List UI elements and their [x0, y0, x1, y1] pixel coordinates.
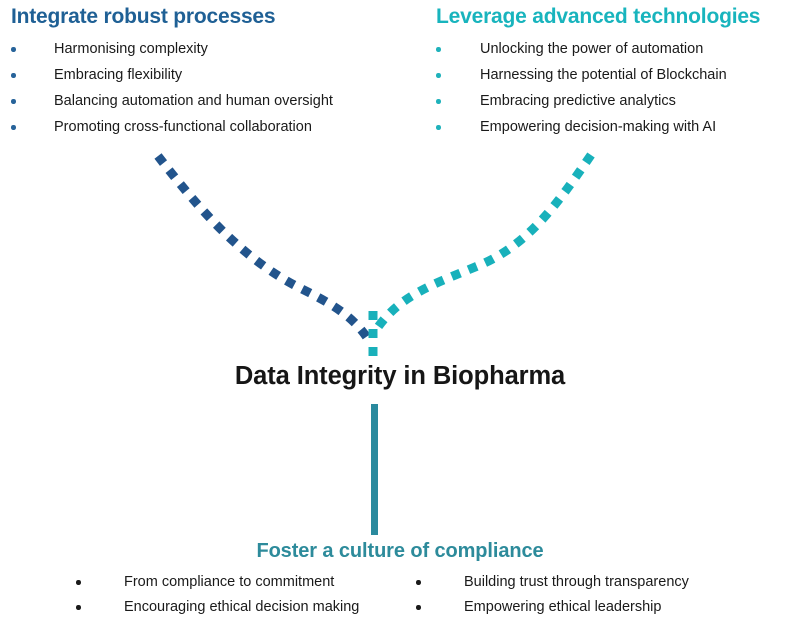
bullet-dot-icon [11, 125, 16, 130]
list-item: Building trust through transparency [400, 570, 740, 595]
list-item: Harmonising complexity [0, 36, 420, 62]
branch-list-right: Unlocking the power of automation Harnes… [425, 36, 800, 140]
bullet-dot-icon [436, 125, 441, 130]
list-item: Embracing predictive analytics [425, 88, 800, 114]
list-item-label: Building trust through transparency [464, 574, 689, 590]
branch-heading-left: Integrate robust processes [11, 5, 276, 28]
bullet-dot-icon [76, 580, 81, 585]
branch-heading-bottom: Foster a culture of compliance [256, 540, 544, 562]
bullet-dot-icon [76, 605, 81, 610]
list-item-label: Unlocking the power of automation [480, 41, 704, 57]
list-item-label: Harnessing the potential of Blockchain [480, 67, 727, 83]
branch-list-bottom-right: Building trust through transparency Empo… [400, 570, 740, 619]
bullet-dot-icon [11, 73, 16, 78]
bullet-dot-icon [11, 47, 16, 52]
list-item: Embracing flexibility [0, 62, 420, 88]
list-item: Promoting cross-functional collaboration [0, 114, 420, 140]
bullet-dot-icon [436, 99, 441, 104]
list-item-label: Empowering ethical leadership [464, 599, 662, 615]
list-item: Empowering ethical leadership [400, 595, 740, 619]
bullet-dot-icon [436, 73, 441, 78]
list-item: Unlocking the power of automation [425, 36, 800, 62]
bullet-dot-icon [436, 47, 441, 52]
diagram-canvas: Integrate robust processes Harmonising c… [0, 0, 800, 619]
bullet-dot-icon [11, 99, 16, 104]
list-item: From compliance to commitment [60, 570, 400, 595]
list-item-label: Promoting cross-functional collaboration [54, 119, 312, 135]
branch-heading-right: Leverage advanced technologies [436, 5, 761, 28]
center-title: Data Integrity in Biopharma [234, 362, 566, 390]
left-arc-dashed-curve [154, 153, 375, 347]
list-item-label: Embracing flexibility [54, 67, 183, 83]
list-item-label: From compliance to commitment [124, 574, 335, 590]
list-item-label: Empowering decision-making with AI [480, 119, 717, 135]
branch-list-left: Harmonising complexity Embracing flexibi… [0, 36, 420, 140]
branch-list-bottom-left: From compliance to commitment Encouragin… [60, 570, 400, 619]
bullet-dot-icon [416, 580, 421, 585]
list-item-label: Encouraging ethical decision making [124, 599, 360, 615]
right-arc-dashed-curve [372, 152, 595, 333]
vertical-stem-connector [371, 404, 378, 535]
list-item-label: Embracing predictive analytics [480, 93, 676, 109]
list-item: Harnessing the potential of Blockchain [425, 62, 800, 88]
list-item: Encouraging ethical decision making [60, 595, 400, 619]
list-item: Empowering decision-making with AI [425, 114, 800, 140]
list-item-label: Balancing automation and human oversight [54, 93, 333, 109]
bullet-dot-icon [416, 605, 421, 610]
list-item: Balancing automation and human oversight [0, 88, 420, 114]
list-item-label: Harmonising complexity [54, 41, 208, 57]
